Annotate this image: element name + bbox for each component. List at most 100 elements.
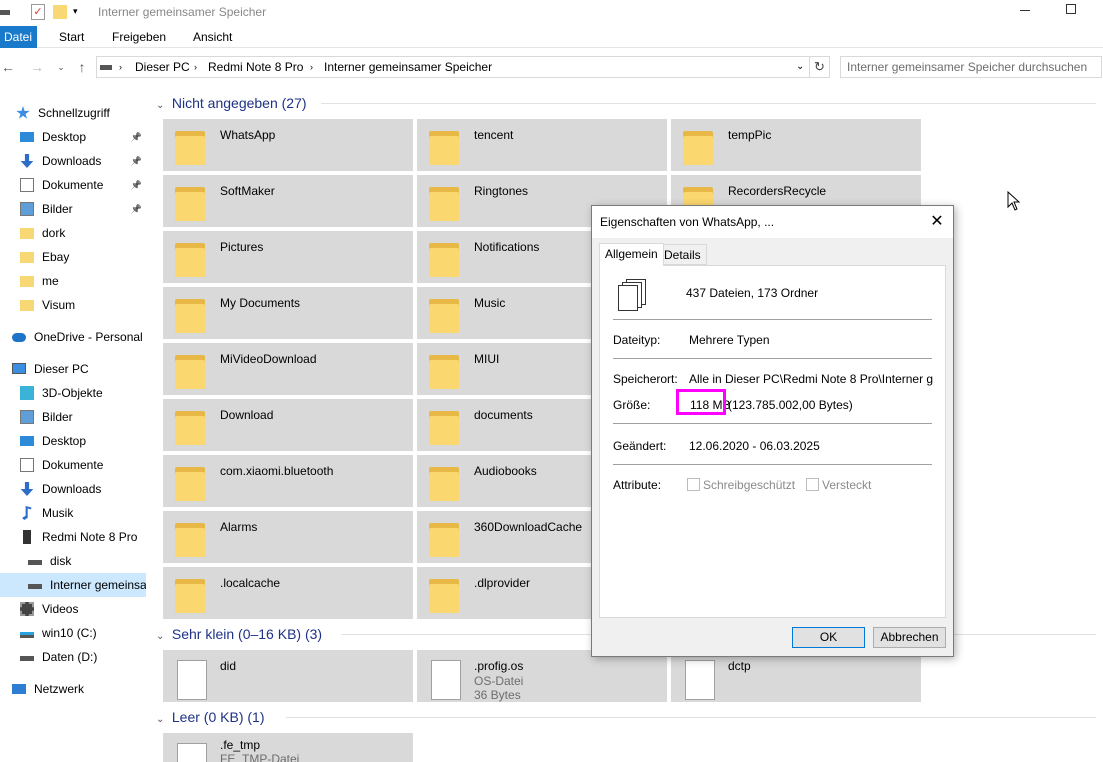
checkbox-box[interactable]	[806, 478, 819, 491]
sidebar-item-win10-c[interactable]: win10 (C:)	[0, 621, 146, 645]
sidebar-item-desktop[interactable]: Desktop 📌	[0, 125, 146, 149]
folder-tile[interactable]: MiVideoDownload	[163, 343, 413, 395]
refresh-icon[interactable]: ↻	[810, 56, 830, 78]
tab-details[interactable]: Details	[658, 244, 707, 265]
close-icon[interactable]: ✕	[921, 206, 953, 238]
back-arrow-icon[interactable]: ←	[0, 59, 16, 75]
pin-icon[interactable]: 📌	[131, 197, 142, 221]
drive-icon	[100, 65, 112, 70]
file-tile[interactable]: .fe_tmp FE_TMP-Datei	[163, 733, 413, 762]
sidebar-item-dieser-pc[interactable]: Dieser PC	[0, 357, 146, 381]
maximize-button[interactable]	[1066, 4, 1076, 14]
sidebar-item-videos[interactable]: Videos	[0, 597, 146, 621]
sidebar-item-interner-gemeinsa[interactable]: Interner gemeinsa	[0, 573, 146, 597]
general-panel: 437 Dateien, 173 Ordner Dateityp: Mehrer…	[599, 265, 946, 618]
sidebar-item-daten-d[interactable]: Daten (D:)	[0, 645, 146, 669]
sidebar-item-dokumente[interactable]: Dokumente	[0, 453, 146, 477]
cancel-button[interactable]: Abbrechen	[873, 627, 946, 648]
title-bar: ✓ ▾ Interner gemeinsamer Speicher	[0, 0, 1103, 26]
readonly-checkbox[interactable]: Schreibgeschützt	[687, 478, 795, 492]
folder-tile[interactable]: My Documents	[163, 287, 413, 339]
pin-icon[interactable]: 📌	[131, 125, 142, 149]
size-highlight-box	[676, 389, 726, 415]
quick-access-dropdown-icon[interactable]: ▾	[73, 6, 78, 17]
up-arrow-icon[interactable]: ↑	[74, 59, 90, 75]
folder-name: tempPic	[728, 128, 772, 142]
folder-tile[interactable]: SoftMaker	[163, 175, 413, 227]
folder-tile[interactable]: Alarms	[163, 511, 413, 563]
search-input[interactable]: Interner gemeinsamer Speicher durchsuche…	[840, 56, 1102, 78]
checkbox-box[interactable]	[687, 478, 700, 491]
folder-icon	[429, 183, 459, 221]
properties-quick-icon[interactable]: ✓	[31, 4, 45, 20]
sidebar-item-bilder[interactable]: Bilder	[0, 405, 146, 429]
group-header-very-small[interactable]: ⌄ Sehr klein (0–16 KB) (3)	[156, 623, 1096, 645]
file-name: dctp	[728, 659, 751, 673]
sidebar-item-3d-objekte[interactable]: 3D-Objekte	[0, 381, 146, 405]
breadcrumb-dieser-pc[interactable]: Dieser PC	[135, 57, 190, 77]
folder-tile[interactable]: Download	[163, 399, 413, 451]
sidebar-item-me[interactable]: me	[0, 269, 146, 293]
folder-name: .dlprovider	[474, 576, 531, 590]
folder-tile[interactable]: com.xiaomi.bluetooth	[163, 455, 413, 507]
file-name: .profig.os	[474, 659, 524, 673]
ok-button[interactable]: OK	[792, 627, 865, 648]
file-tile[interactable]: .profig.os OS-Datei 36 Bytes	[417, 650, 667, 702]
folder-name: MiVideoDownload	[220, 352, 317, 366]
recent-locations-chevron-icon[interactable]: ⌄	[53, 59, 69, 75]
forward-arrow-icon[interactable]: →	[29, 59, 45, 75]
folder-name: SoftMaker	[220, 184, 275, 198]
folder-tile[interactable]: WhatsApp	[163, 119, 413, 171]
folder-tile[interactable]: .localcache	[163, 567, 413, 619]
chevron-down-icon: ⌄	[156, 714, 165, 725]
group-header-unspecified[interactable]: ⌄ Nicht angegeben (27)	[156, 92, 1096, 114]
folder-name: Download	[220, 408, 274, 422]
breadcrumb-separator-icon: ›	[194, 62, 197, 72]
sidebar-item-netzwerk[interactable]: Netzwerk	[0, 677, 146, 701]
pin-icon[interactable]: 📌	[131, 173, 142, 197]
tab-allgemein[interactable]: Allgemein	[599, 243, 664, 266]
sidebar-item-ebay[interactable]: Ebay	[0, 245, 146, 269]
tab-datei[interactable]: Datei	[0, 26, 37, 48]
file-tile[interactable]: did	[163, 650, 413, 702]
breadcrumb-redmi[interactable]: Redmi Note 8 Pro	[208, 57, 303, 77]
tab-freigeben[interactable]: Freigeben	[106, 26, 172, 48]
chevron-down-icon: ⌄	[156, 631, 165, 642]
group-header-empty[interactable]: ⌄ Leer (0 KB) (1)	[156, 706, 1096, 728]
new-folder-quick-icon[interactable]	[53, 5, 67, 19]
sidebar-item-onedrive-personal[interactable]: OneDrive - Personal	[0, 325, 146, 349]
folder-icon	[429, 127, 459, 165]
music-icon	[22, 506, 32, 520]
sidebar-item-musik[interactable]: Musik	[0, 501, 146, 525]
windows-drive-icon	[20, 632, 34, 638]
address-bar[interactable]: › Dieser PC › Redmi Note 8 Pro › Interne…	[96, 56, 810, 78]
hidden-checkbox[interactable]: Versteckt	[806, 478, 871, 492]
folder-tile[interactable]: tempPic	[671, 119, 921, 171]
sidebar-item-visum[interactable]: Visum	[0, 293, 146, 317]
sidebar-item-disk[interactable]: disk	[0, 549, 146, 573]
sidebar-item-redmi-note-8-pro[interactable]: Redmi Note 8 Pro	[0, 525, 146, 549]
folder-icon	[175, 127, 205, 165]
sidebar-item-downloads[interactable]: Downloads	[0, 477, 146, 501]
sidebar-item-dork[interactable]: dork	[0, 221, 146, 245]
minimize-button[interactable]	[1020, 10, 1030, 11]
sidebar-item-desktop[interactable]: Desktop	[0, 429, 146, 453]
sidebar-item-bilder[interactable]: Bilder 📌	[0, 197, 146, 221]
folder-name: Ringtones	[474, 184, 529, 198]
pc-icon	[12, 363, 26, 374]
pin-icon[interactable]: 📌	[131, 149, 142, 173]
folder-tile[interactable]: tencent	[417, 119, 667, 171]
folder-tile[interactable]: Pictures	[163, 231, 413, 283]
sidebar-item-schnellzugriff[interactable]: Schnellzugriff	[0, 101, 146, 125]
file-tile[interactable]: dctp	[671, 650, 921, 702]
multiple-files-icon	[618, 279, 648, 313]
sidebar-item-dokumente[interactable]: Dokumente 📌	[0, 173, 146, 197]
address-dropdown-icon[interactable]: ⌄	[796, 57, 804, 77]
folder-name: tencent	[474, 128, 514, 142]
breadcrumb-storage[interactable]: Interner gemeinsamer Speicher	[324, 57, 492, 77]
folder-icon	[175, 295, 205, 333]
type-value: Mehrere Typen	[689, 333, 770, 347]
sidebar-item-downloads[interactable]: Downloads 📌	[0, 149, 146, 173]
tab-ansicht[interactable]: Ansicht	[187, 26, 238, 48]
tab-start[interactable]: Start	[53, 26, 90, 48]
